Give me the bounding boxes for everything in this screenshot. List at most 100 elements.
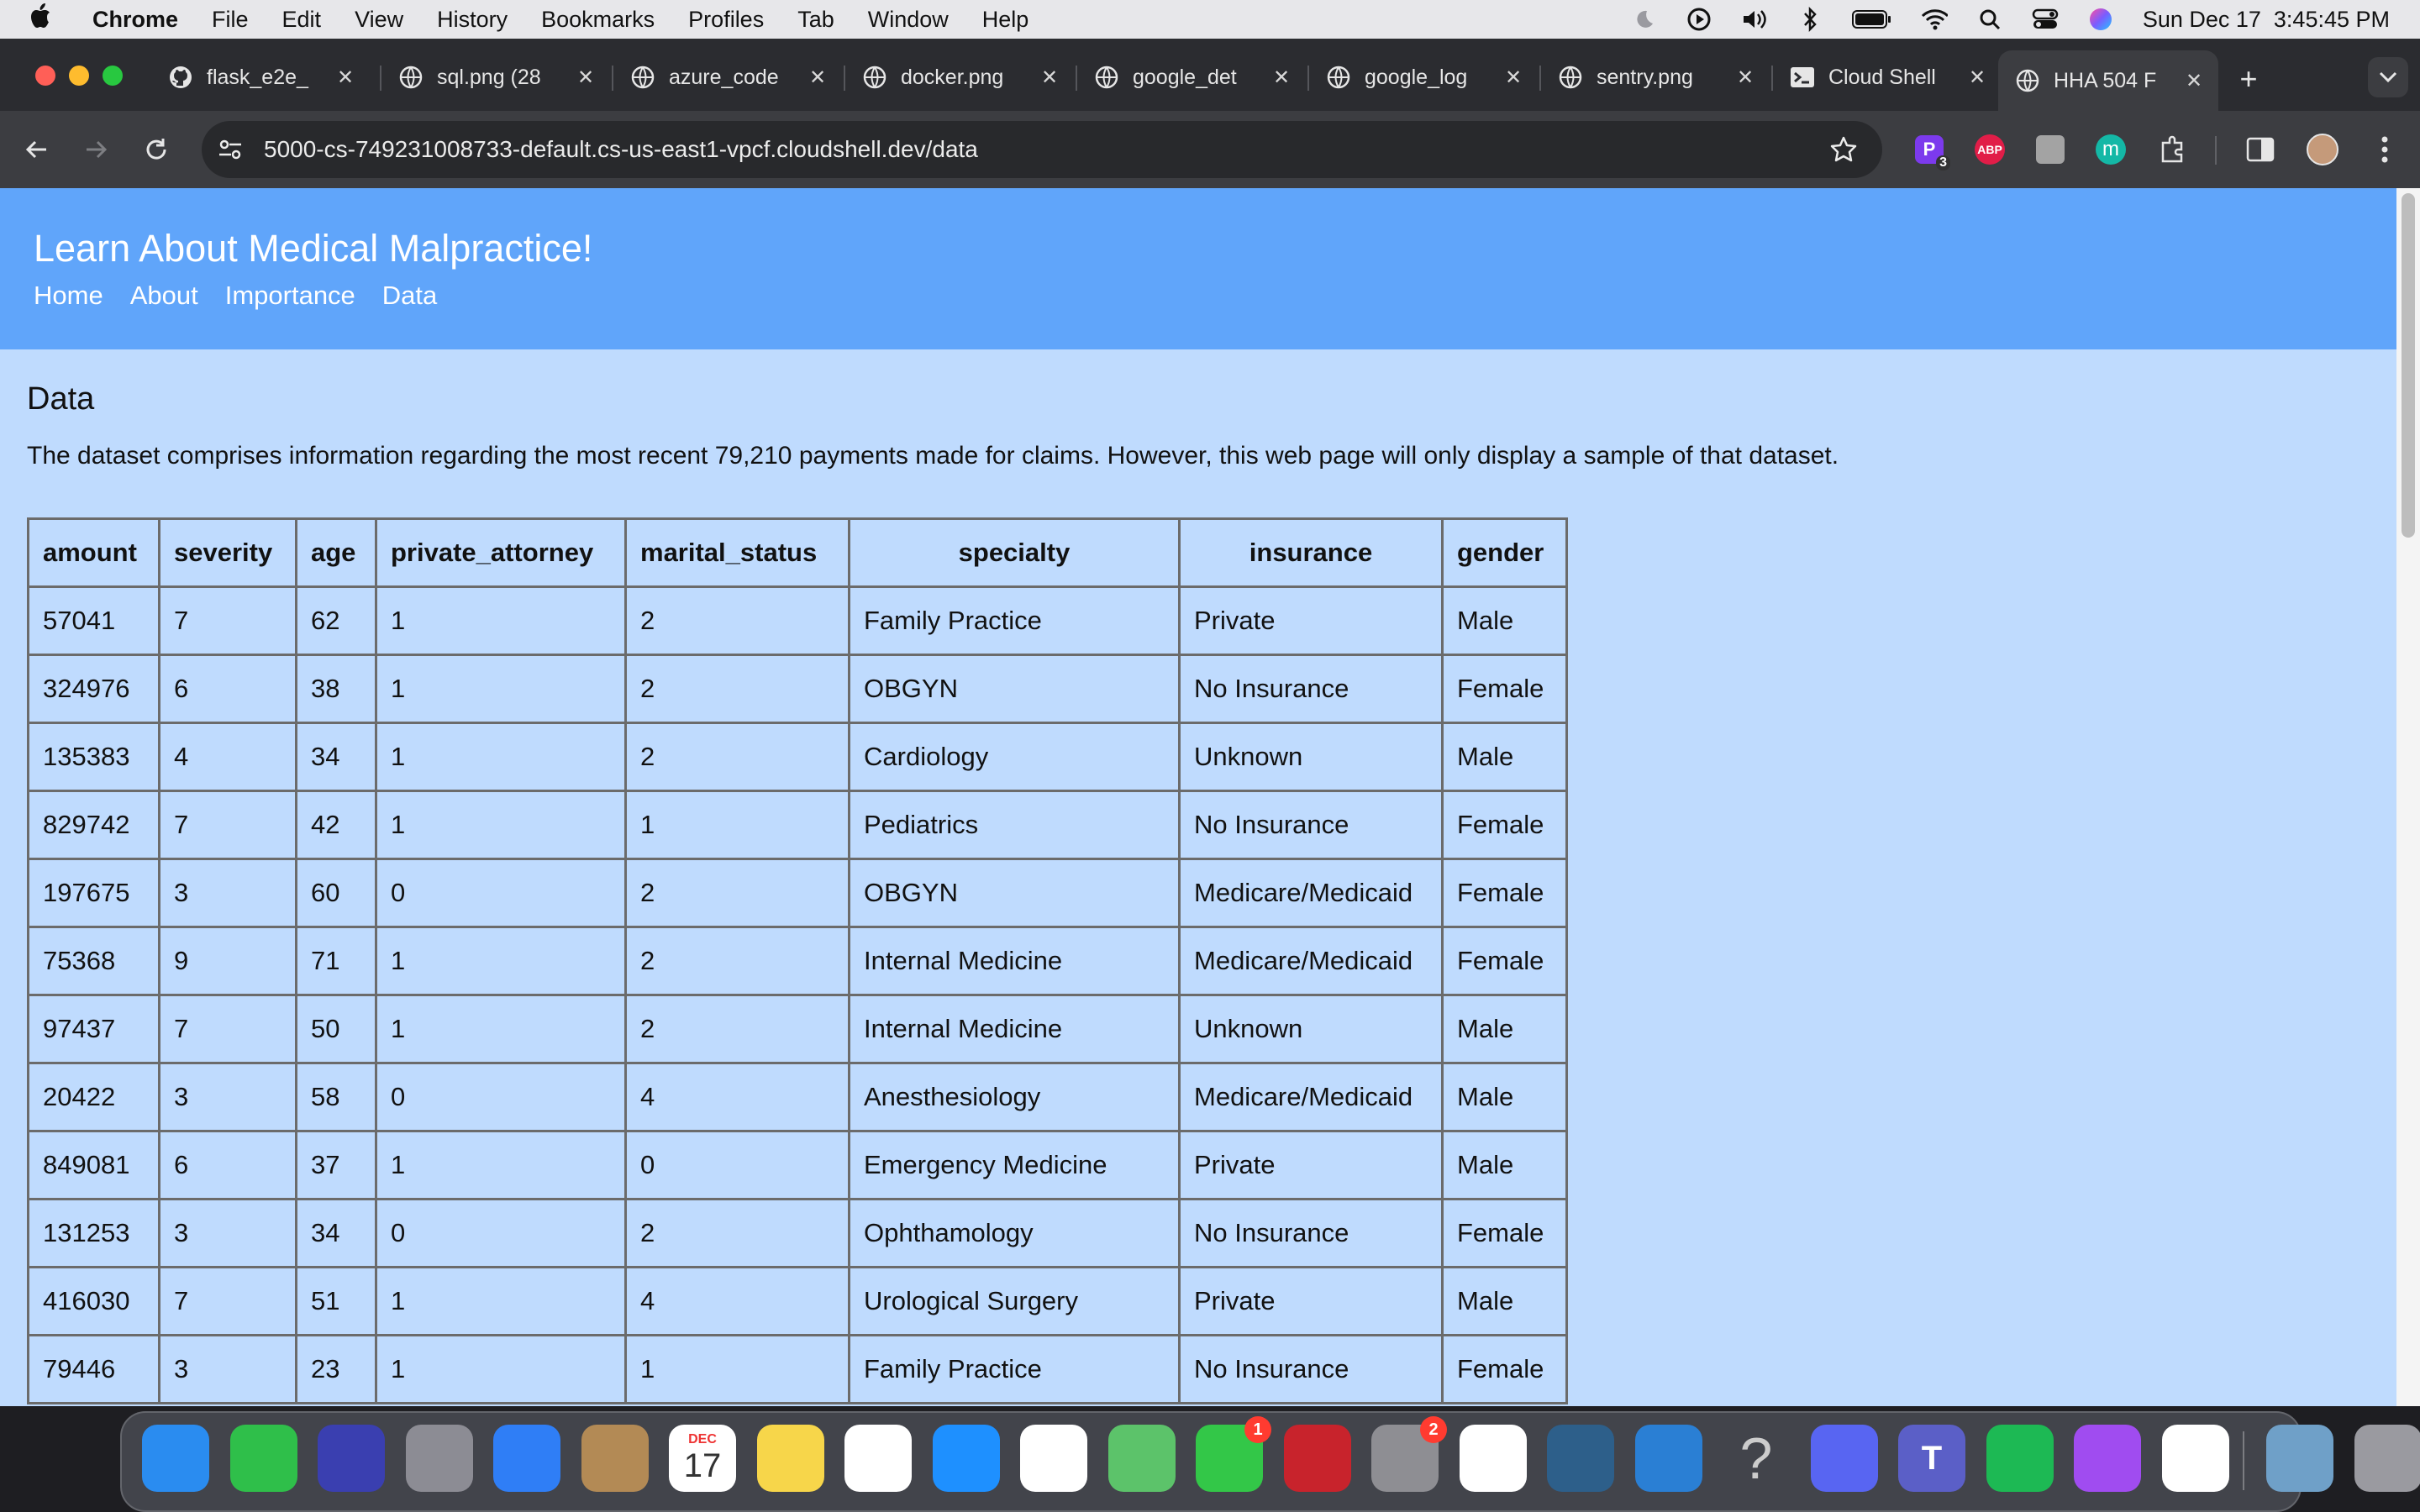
play-icon[interactable] [1686, 6, 1712, 33]
dock-system-settings-icon[interactable]: 2 [1371, 1416, 1447, 1492]
menubar-datetime[interactable]: Sun Dec 17 3:45:45 PM [2143, 7, 2390, 33]
battery-icon[interactable] [1851, 6, 1892, 33]
extensions-puzzle-icon[interactable] [2156, 133, 2190, 166]
abp-label: ABP [1975, 134, 2005, 165]
tab-flask[interactable]: flask_e2e_ ✕ [151, 50, 370, 104]
tab-sql-png[interactable]: sql.png (28 ✕ [381, 50, 610, 104]
dock-app-store-icon[interactable] [932, 1425, 1000, 1492]
nav-link-importance[interactable]: Importance [225, 281, 355, 311]
page-scrollbar[interactable] [2396, 188, 2420, 1406]
dock-help-icon[interactable]: ? [1723, 1425, 1790, 1492]
close-tab-icon[interactable]: ✕ [571, 63, 600, 92]
nav-link-home[interactable]: Home [34, 281, 103, 311]
dock-mail-icon[interactable] [493, 1425, 560, 1492]
m-label: m [2096, 134, 2126, 165]
close-tab-icon[interactable]: ✕ [1731, 63, 1760, 92]
url-text[interactable]: 5000-cs-749231008733-default.cs-us-east1… [264, 136, 978, 163]
menu-help[interactable]: Help [982, 7, 1029, 33]
menu-app-name[interactable]: Chrome [92, 7, 178, 33]
minimize-window-button[interactable] [69, 66, 89, 86]
menu-profiles[interactable]: Profiles [688, 7, 764, 33]
dock-reminders-icon[interactable] [1020, 1425, 1087, 1492]
scrollbar-thumb[interactable] [2402, 193, 2415, 538]
dock-freeform-icon[interactable] [844, 1425, 912, 1492]
wifi-icon[interactable] [1921, 6, 1948, 33]
dock-messages-icon[interactable]: 1 [1196, 1416, 1271, 1492]
menu-history[interactable]: History [437, 7, 508, 33]
close-tab-icon[interactable]: ✕ [331, 63, 360, 92]
dock-vscode-icon[interactable] [1634, 1425, 1702, 1492]
tab-google-log[interactable]: google_log ✕ [1309, 50, 1538, 104]
volume-icon[interactable] [1741, 6, 1768, 33]
close-tab-icon[interactable]: ✕ [1499, 63, 1528, 92]
dock-facetime-icon[interactable] [229, 1425, 297, 1492]
cell-private-attorney: 1 [375, 1130, 627, 1200]
dock-tableau-icon[interactable] [1459, 1425, 1527, 1492]
dock-mysql-workbench-icon[interactable] [1547, 1425, 1614, 1492]
adblock-plus-icon[interactable]: ABP [1973, 133, 2007, 166]
dock-contacts-icon[interactable] [581, 1425, 649, 1492]
tab-azure-code[interactable]: azure_code ✕ [613, 50, 842, 104]
dock-trash-icon[interactable] [2354, 1425, 2420, 1492]
dock-launchpad-icon[interactable] [405, 1425, 473, 1492]
bluetooth-icon[interactable] [1797, 6, 1823, 33]
nav-link-data[interactable]: Data [382, 281, 437, 311]
chrome-menu-icon[interactable] [2368, 133, 2402, 166]
site-info-icon[interactable] [213, 133, 247, 166]
new-tab-button[interactable]: + [2232, 61, 2265, 96]
nav-link-about[interactable]: About [130, 281, 198, 311]
extension-p-icon[interactable]: P3 [1912, 133, 1950, 171]
dock-notes-icon[interactable] [756, 1425, 824, 1492]
bookmark-star-icon[interactable] [1827, 133, 1860, 166]
spotlight-icon[interactable] [1976, 6, 2003, 33]
menu-view[interactable]: View [355, 7, 403, 33]
dock-calendar-icon[interactable]: DEC 17 [669, 1425, 736, 1492]
menu-window[interactable]: Window [868, 7, 949, 33]
dock-photo-booth-icon[interactable] [1283, 1425, 1351, 1492]
tab-cloud-shell[interactable]: Cloud Shell ✕ [1773, 50, 2002, 104]
cell-specialty: Ophthamology [848, 1198, 1181, 1268]
close-window-button[interactable] [35, 66, 55, 86]
close-tab-icon[interactable]: ✕ [1267, 63, 1296, 92]
table-row: 75368 9 71 1 2 Internal Medicine Medicare/Medi… [27, 926, 1568, 996]
chevron-down-icon [2379, 71, 2397, 83]
menu-edit[interactable]: Edit [282, 7, 322, 33]
side-panel-icon[interactable] [2244, 133, 2277, 166]
dock-messenger-icon[interactable] [2074, 1425, 2141, 1492]
tab-sentry-png[interactable]: sentry.png ✕ [1541, 50, 1770, 104]
menu-tab[interactable]: Tab [797, 7, 834, 33]
reload-button[interactable] [136, 129, 176, 170]
close-tab-icon[interactable]: ✕ [1035, 63, 1064, 92]
dock-spotify-icon[interactable] [1986, 1425, 2054, 1492]
tab-hha-504-active[interactable]: HHA 504 F ✕ [1998, 50, 2218, 111]
close-tab-icon[interactable]: ✕ [1963, 63, 1991, 92]
table-row: 416030 7 51 1 4 Urological Surgery Private Male [27, 1266, 1568, 1336]
dock-chrome-icon[interactable] [2161, 1425, 2229, 1492]
tab-docker-png[interactable]: docker.png ✕ [845, 50, 1074, 104]
zoom-window-button[interactable] [103, 66, 123, 86]
profile-avatar[interactable] [2306, 133, 2339, 166]
dock-finder-icon[interactable] [142, 1425, 209, 1492]
dock-discord-icon[interactable] [1810, 1425, 1878, 1492]
close-tab-icon[interactable]: ✕ [803, 63, 832, 92]
address-bar[interactable]: 5000-cs-749231008733-default.cs-us-east1… [202, 121, 1882, 178]
moon-icon[interactable] [1630, 6, 1657, 33]
cell-age: 62 [295, 585, 377, 656]
siri-icon[interactable] [2087, 6, 2114, 33]
apple-menu-icon[interactable] [29, 2, 54, 37]
menu-file[interactable]: File [212, 7, 249, 33]
cell-amount: 20422 [27, 1062, 160, 1132]
dock-preview-screenshot-icon[interactable] [2266, 1425, 2333, 1492]
forward-button[interactable] [76, 129, 116, 170]
dock-maps-icon[interactable] [1107, 1425, 1176, 1492]
back-button[interactable] [17, 129, 57, 170]
menu-bookmarks[interactable]: Bookmarks [541, 7, 655, 33]
dock-siri-icon[interactable] [318, 1425, 385, 1492]
dock-teams-icon[interactable]: T [1898, 1425, 1965, 1492]
close-tab-icon[interactable]: ✕ [2180, 66, 2208, 95]
extension-m-icon[interactable]: m [2094, 133, 2128, 166]
extension-gray-icon[interactable] [2033, 133, 2067, 166]
control-center-icon[interactable] [2032, 6, 2059, 33]
tab-search-button[interactable] [2368, 57, 2408, 97]
tab-google-det[interactable]: google_det ✕ [1077, 50, 1306, 104]
